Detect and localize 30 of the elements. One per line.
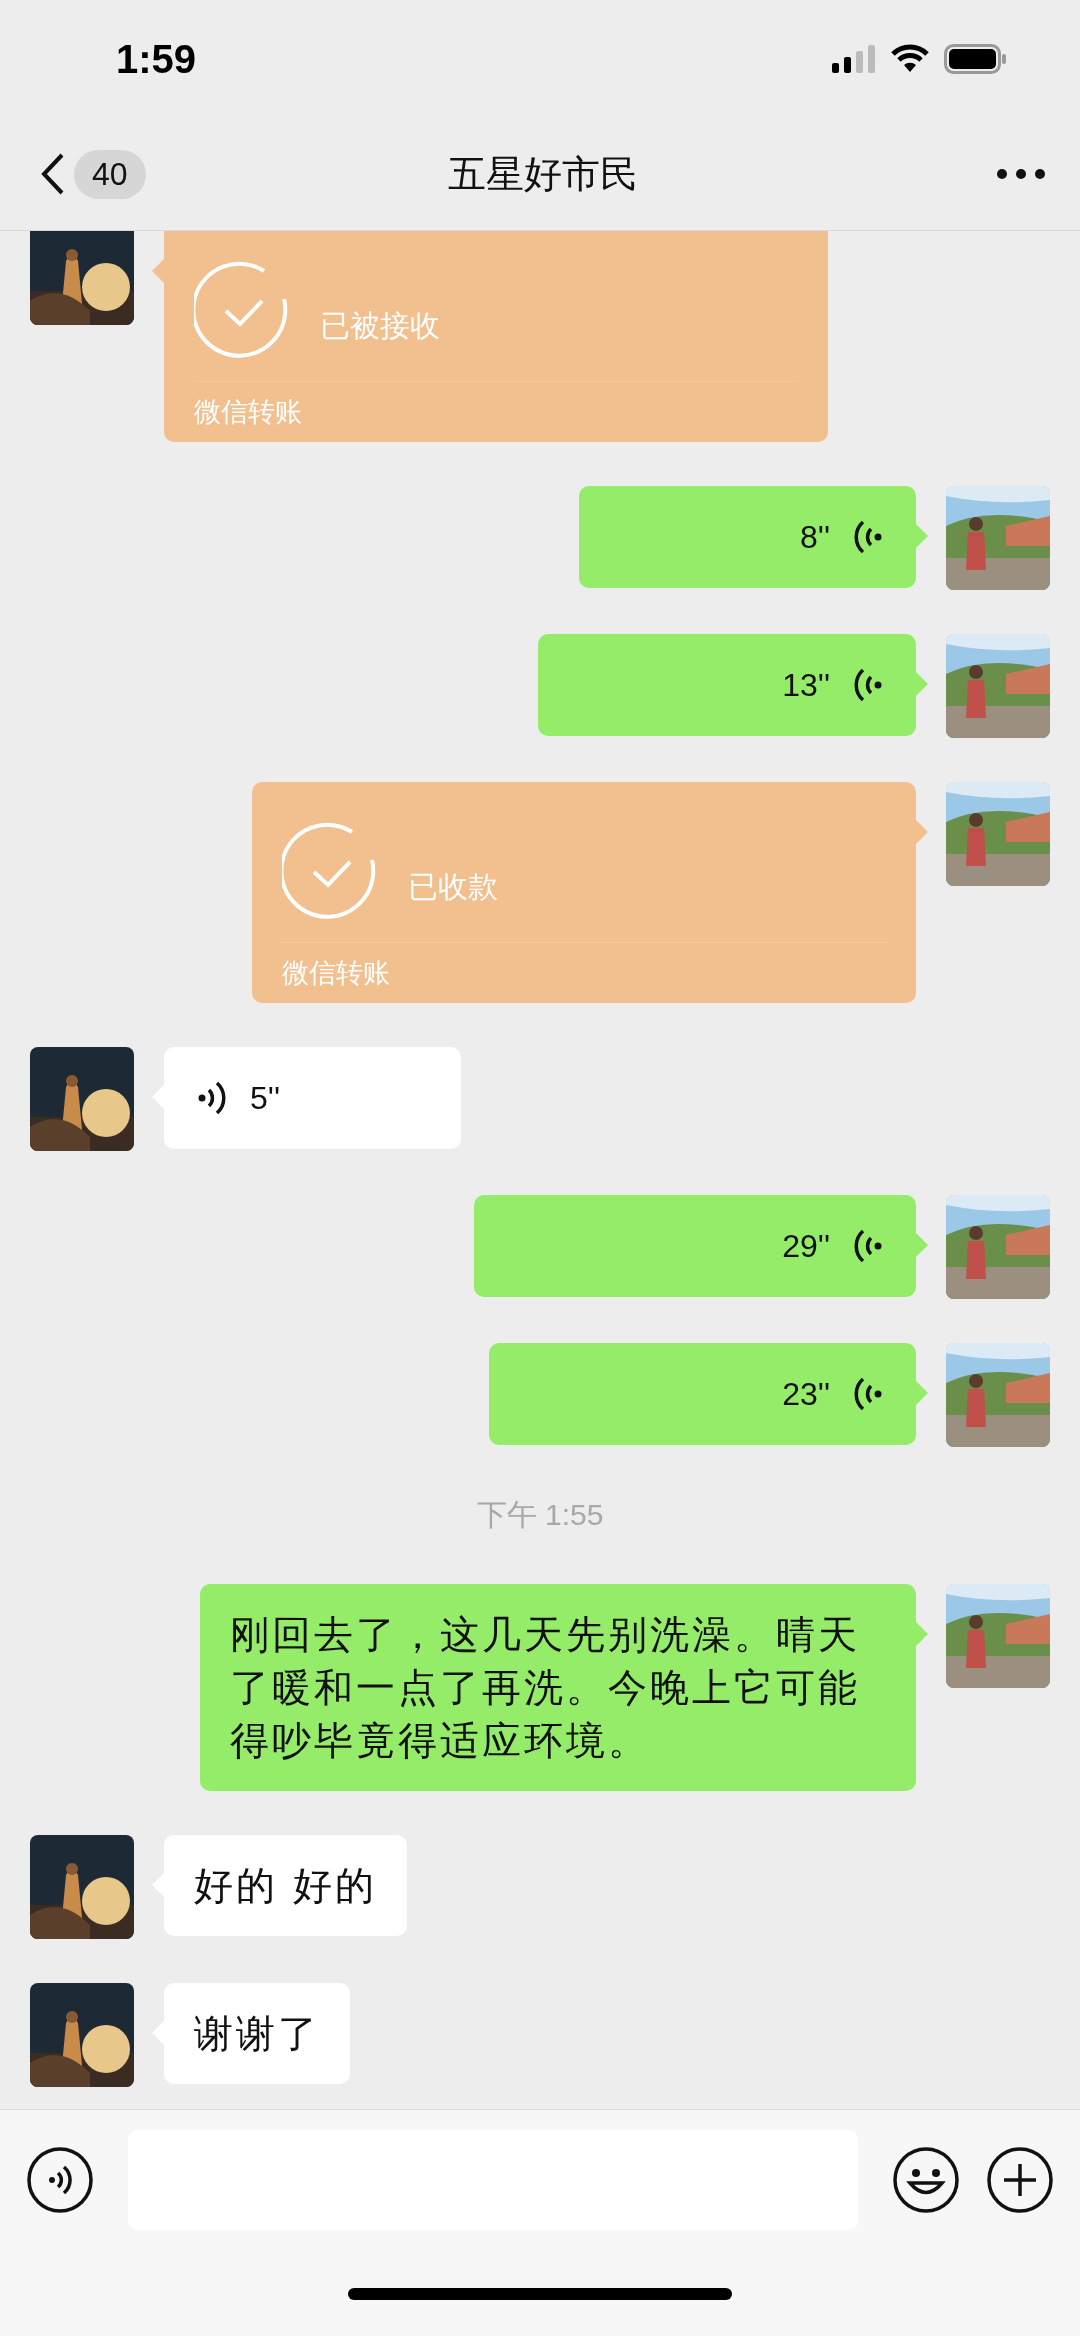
plus-icon[interactable] (986, 2146, 1054, 2214)
more-icon[interactable] (996, 168, 1046, 180)
bubble-tail (916, 820, 928, 844)
wifi-icon (890, 44, 930, 74)
bubble-tail (916, 524, 928, 548)
voice-message[interactable]: 23'' (489, 1343, 916, 1445)
text-message: 谢谢了 (164, 1983, 350, 2084)
text-message: 刚回去了，这几天先别洗澡。晴天了暖和一点了再洗。今晚上它可能得吵毕竟得适应环境。 (200, 1584, 916, 1791)
status-time: 1:59 (116, 36, 197, 82)
voice-message[interactable]: 29'' (474, 1195, 916, 1297)
bubble-tail (916, 672, 928, 696)
voice-message[interactable]: 8'' (579, 486, 916, 588)
transfer-label: 微信转账 (282, 956, 391, 990)
bubble-tail (916, 1622, 928, 1646)
transfer-status: 已被接收 (320, 306, 440, 345)
emoji-icon[interactable] (892, 2146, 960, 2214)
chat-title: 五星好市民 (448, 150, 638, 198)
bubble-tail (916, 1381, 928, 1405)
transfer-label: 微信转账 (194, 395, 303, 429)
voice-message[interactable]: 13'' (538, 634, 916, 736)
transfer-status: 已收款 (408, 867, 498, 906)
timestamp: 下午 1:55 (476, 1497, 604, 1533)
text-message: 好的 好的 (164, 1835, 408, 1936)
signal-icon (832, 45, 876, 73)
unread-count: 40 (74, 149, 146, 199)
back-icon[interactable] (40, 152, 66, 196)
bubble-tail (916, 1233, 928, 1257)
voice-message[interactable]: 5'' (164, 1047, 461, 1149)
voice-input-icon[interactable] (26, 2146, 94, 2214)
battery-icon (944, 44, 1008, 74)
